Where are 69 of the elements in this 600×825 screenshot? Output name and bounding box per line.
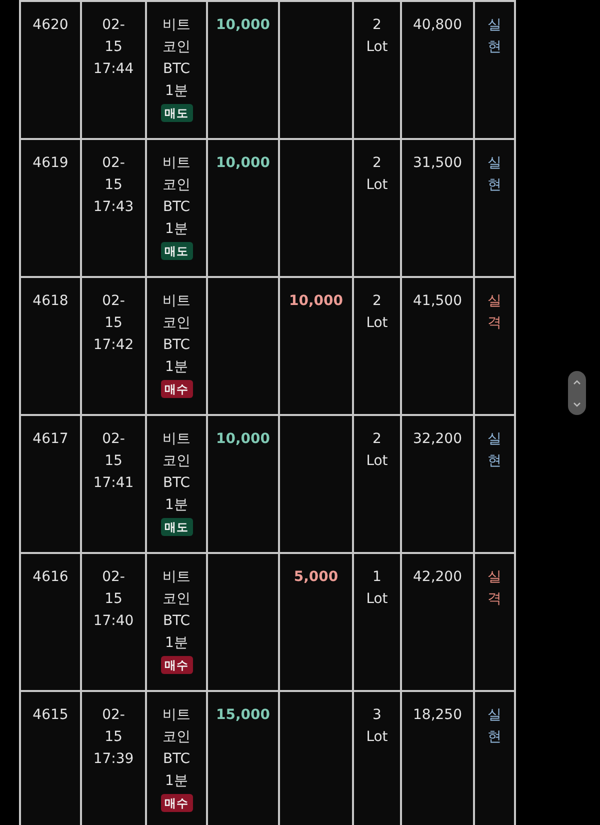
price-text: 18,250 (413, 706, 462, 725)
time-text: 17:43 (93, 198, 134, 217)
timeframe-text: 1분 (165, 772, 188, 791)
date-text: 02-15 (101, 568, 126, 609)
result-text: 실현 (488, 430, 502, 471)
quantity-text: 2 Lot (365, 16, 389, 57)
symbol-text: BTC (162, 474, 190, 493)
quantity-text: 2 Lot (365, 154, 389, 195)
result-text: 실현 (488, 16, 502, 57)
amount-text: 10,000 (216, 430, 270, 449)
timeframe-text: 1분 (165, 358, 188, 377)
chevron-up-icon (573, 380, 581, 384)
side-badge: 매도 (160, 242, 192, 260)
row-number: 4617 (32, 430, 68, 449)
chevron-down-icon (573, 402, 581, 406)
asset-name: 비트코인 (162, 154, 192, 195)
time-text: 17:44 (93, 60, 134, 79)
row-number: 4618 (32, 292, 68, 311)
time-text: 17:42 (93, 336, 134, 355)
date-text: 02-15 (101, 16, 126, 57)
timeframe-text: 1분 (165, 220, 188, 239)
symbol-text: BTC (162, 198, 190, 217)
result-text: 실격 (488, 292, 502, 333)
timeframe-text: 1분 (165, 496, 188, 515)
asset-name: 비트코인 (162, 430, 192, 471)
side-badge: 매수 (160, 656, 192, 674)
row-number: 4619 (32, 154, 68, 173)
row-number: 4620 (32, 16, 68, 35)
side-badge: 매도 (160, 518, 192, 536)
price-text: 40,800 (413, 16, 462, 35)
asset-name: 비트코인 (162, 292, 192, 333)
symbol-text: BTC (162, 60, 190, 79)
result-text: 실격 (488, 568, 502, 609)
amount-text: 5,000 (294, 568, 338, 587)
row-number: 4615 (32, 706, 68, 725)
date-text: 02-15 (101, 292, 126, 333)
side-badge: 매수 (160, 794, 192, 812)
time-text: 17:40 (93, 612, 134, 631)
symbol-text: BTC (162, 612, 190, 631)
symbol-text: BTC (162, 750, 190, 769)
result-text: 실현 (488, 706, 502, 747)
amount-text: 15,000 (216, 706, 270, 725)
side-badge: 매수 (160, 380, 192, 398)
scroll-handle[interactable] (568, 371, 586, 415)
symbol-text: BTC (162, 336, 190, 355)
date-text: 02-15 (101, 706, 126, 747)
date-text: 02-15 (101, 154, 126, 195)
timeframe-text: 1분 (165, 634, 188, 653)
price-text: 41,500 (413, 292, 462, 311)
side-badge: 매도 (160, 104, 192, 122)
time-text: 17:41 (93, 474, 134, 493)
quantity-text: 3 Lot (365, 706, 389, 747)
asset-name: 비트코인 (162, 16, 192, 57)
quantity-text: 2 Lot (365, 292, 389, 333)
row-number: 4616 (32, 568, 68, 587)
amount-text: 10,000 (216, 16, 270, 35)
date-text: 02-15 (101, 430, 126, 471)
price-text: 32,200 (413, 430, 462, 449)
amount-text: 10,000 (216, 154, 270, 173)
quantity-text: 1 Lot (365, 568, 389, 609)
price-text: 31,500 (413, 154, 462, 173)
result-text: 실현 (488, 154, 502, 195)
quantity-text: 2 Lot (365, 430, 389, 471)
asset-name: 비트코인 (162, 568, 192, 609)
time-text: 17:39 (93, 750, 134, 769)
asset-name: 비트코인 (162, 706, 192, 747)
amount-text: 10,000 (288, 292, 344, 311)
price-text: 42,200 (413, 568, 462, 587)
timeframe-text: 1분 (165, 82, 188, 101)
